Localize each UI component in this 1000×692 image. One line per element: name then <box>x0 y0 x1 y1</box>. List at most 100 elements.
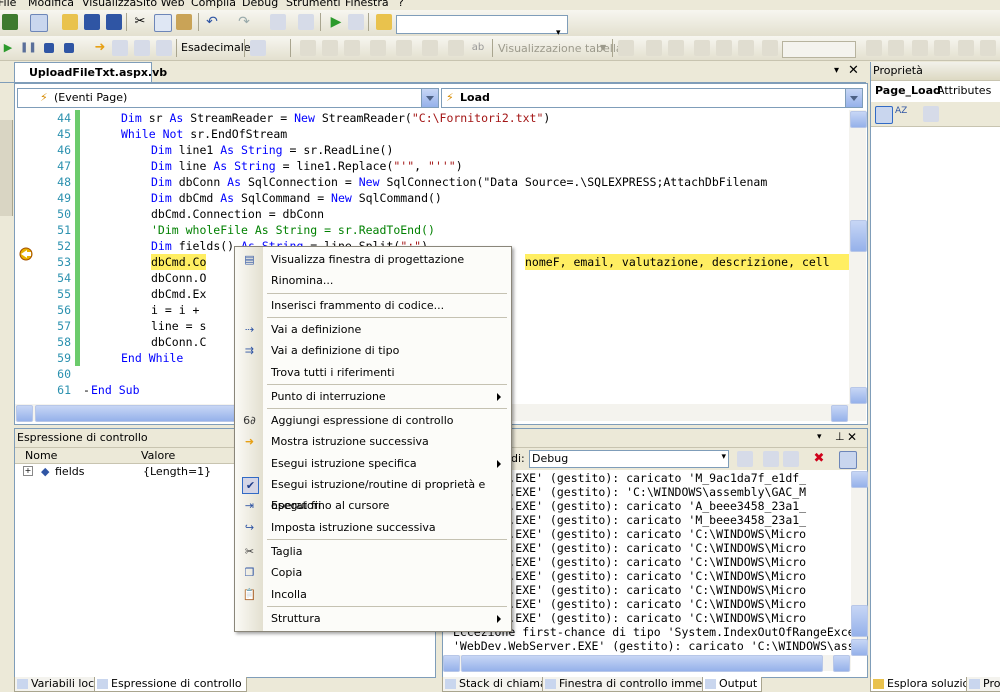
method-combo[interactable]: ⚡ Load <box>441 88 863 108</box>
column-value[interactable]: Valore <box>141 449 175 462</box>
find-combo[interactable] <box>396 15 568 34</box>
layout-icon[interactable] <box>866 40 882 56</box>
format-icon[interactable] <box>448 40 464 56</box>
tab-output[interactable]: Output <box>702 677 763 692</box>
scroll-thumb[interactable] <box>35 405 237 422</box>
next-message-icon[interactable] <box>783 451 799 467</box>
toolbox-strip[interactable] <box>0 120 13 216</box>
copy-icon[interactable] <box>154 14 172 32</box>
scroll-left-button[interactable] <box>16 405 33 422</box>
format-icon[interactable] <box>322 40 338 56</box>
menu-item-punto-di-interruzione[interactable]: Punto di interruzione <box>235 386 511 407</box>
scroll-thumb[interactable] <box>461 655 823 672</box>
chevron-down-icon[interactable]: ▾ <box>721 452 726 462</box>
cut-icon[interactable]: ✂ <box>132 14 148 30</box>
menu-help[interactable]: ? <box>398 0 404 9</box>
undo-icon[interactable]: ↶ <box>204 14 220 30</box>
close-icon[interactable]: ✕ <box>848 63 859 78</box>
pause-icon[interactable]: ❚❚ <box>20 40 37 56</box>
expand-icon[interactable]: + <box>23 466 33 476</box>
format-icon[interactable] <box>370 40 386 56</box>
scroll-down-button[interactable] <box>850 387 867 404</box>
restart-icon[interactable] <box>64 43 74 53</box>
menu-file[interactable]: File <box>0 0 16 9</box>
layout-icon[interactable] <box>716 40 732 56</box>
menu-item-esegui-istruzione-routine-di-proprieta-e-operatori[interactable]: ✔ Esegui istruzione/routine di proprietà … <box>235 474 511 512</box>
property-pages-icon[interactable] <box>923 106 939 122</box>
redo-icon[interactable]: ↷ <box>236 14 252 30</box>
save-icon[interactable] <box>84 14 100 30</box>
vertical-scrollbar[interactable] <box>851 471 868 656</box>
solution-config-icon[interactable] <box>376 14 392 30</box>
find-in-files-icon[interactable] <box>348 14 364 30</box>
scroll-down-button[interactable] <box>851 639 868 656</box>
add-item-icon[interactable] <box>30 14 48 32</box>
layout-combo[interactable] <box>782 41 856 58</box>
format-icon[interactable] <box>396 40 412 56</box>
menu-sito-web[interactable]: Sito Web <box>136 0 185 9</box>
font-icon[interactable]: ab <box>470 40 486 56</box>
menu-item-aggiungi-espressione-di-controllo[interactable]: 6∂ Aggiungi espressione di controllo <box>235 410 511 431</box>
step-out-icon[interactable] <box>156 40 172 56</box>
scroll-right-button[interactable] <box>831 405 848 422</box>
code-line[interactable]: 46 Dim line1 As String = sr.ReadLine() <box>15 142 849 158</box>
tab-proprieta[interactable]: Pro <box>966 677 1000 692</box>
menu-item-inserisci-frammento-di-codice[interactable]: Inserisci frammento di codice... <box>235 295 511 316</box>
menu-item-esegui-fino-al-cursore[interactable]: ⇥ Esegui fino al cursore <box>235 495 511 516</box>
menu-item-rinomina[interactable]: Rinomina... <box>235 270 511 291</box>
find-icon[interactable] <box>737 451 753 467</box>
format-icon[interactable] <box>300 40 316 56</box>
menu-item-visualizza-finestra-di-progettazione[interactable]: ▤ Visualizza finestra di progettazione <box>235 249 511 270</box>
code-line[interactable]: 47 Dim line As String = line1.Replace("'"… <box>15 158 849 174</box>
layout-icon[interactable] <box>646 40 662 56</box>
paste-icon[interactable] <box>176 14 192 30</box>
layout-icon[interactable] <box>738 40 754 56</box>
menu-item-struttura[interactable]: Struttura <box>235 608 511 629</box>
scroll-right-button[interactable] <box>833 655 850 672</box>
layout-icon[interactable] <box>980 40 996 56</box>
menu-item-esegui-istruzione-specifica[interactable]: Esegui istruzione specifica <box>235 453 511 474</box>
layout-icon[interactable] <box>888 40 904 56</box>
vertical-scrollbar[interactable] <box>849 110 867 404</box>
menu-item-mostra-istruzione-successiva[interactable]: ➜ Mostra istruzione successiva <box>235 431 511 452</box>
menu-item-trova-tutti-i-riferimenti[interactable]: Trova tutti i riferimenti <box>235 362 511 383</box>
tab-espressione-di-controllo[interactable]: Espressione di controllo <box>94 677 247 692</box>
menu-item-incolla[interactable]: 📋 Incolla <box>235 584 511 605</box>
layout-icon[interactable] <box>668 40 684 56</box>
show-next-statement-icon[interactable]: ➜ <box>92 40 108 56</box>
column-name[interactable]: Nome <box>25 449 57 462</box>
code-line[interactable]: 45 While Not sr.EndOfStream <box>15 126 849 142</box>
menu-item-vai-a-definizione[interactable]: ⇢ Vai a definizione <box>235 319 511 340</box>
word-wrap-icon[interactable] <box>839 451 857 469</box>
chevron-down-icon[interactable]: ▼ <box>600 43 606 52</box>
menu-finestra[interactable]: Finestra <box>345 0 389 9</box>
chevron-down-icon[interactable] <box>421 89 438 107</box>
layout-icon[interactable] <box>618 40 634 56</box>
navigate-back-icon[interactable] <box>270 14 286 30</box>
menu-modifica[interactable]: Modifica <box>28 0 74 9</box>
start-debug-icon[interactable]: ▶ <box>328 14 344 30</box>
menu-item-taglia[interactable]: ✂ Taglia <box>235 541 511 562</box>
step-over-icon[interactable] <box>134 40 150 56</box>
collapse-icon[interactable]: - <box>83 382 90 398</box>
save-all-icon[interactable] <box>106 14 122 30</box>
code-line[interactable]: 50 dbCmd.Connection = dbConn <box>15 206 849 222</box>
format-icon[interactable] <box>344 40 360 56</box>
layout-icon[interactable] <box>912 40 928 56</box>
scroll-up-button[interactable] <box>851 471 868 488</box>
menu-visualizza[interactable]: Visualizza <box>82 0 136 9</box>
menu-strumenti[interactable]: Strumenti <box>286 0 341 9</box>
chevron-down-icon[interactable]: ▾ <box>834 65 839 76</box>
scroll-left-button[interactable] <box>443 655 460 672</box>
menu-compila[interactable]: Compila <box>191 0 236 9</box>
output-text[interactable]: ebServer.EXE' (gestito): caricato 'M_9ac… <box>453 471 851 656</box>
scroll-up-button[interactable] <box>850 111 867 128</box>
menu-item-vai-a-definizione-di-tipo[interactable]: ⇉ Vai a definizione di tipo <box>235 340 511 361</box>
close-icon[interactable]: ✕ <box>847 430 857 444</box>
code-line[interactable]: 51 'Dim wholeFile As String = sr.ReadToEn… <box>15 222 849 238</box>
step-into-icon[interactable] <box>112 40 128 56</box>
code-line[interactable]: 44 Dim sr As StreamReader = New StreamRea… <box>15 110 849 126</box>
code-line[interactable]: 49 Dim dbCmd As SqlCommand = New SqlComma… <box>15 190 849 206</box>
scroll-thumb[interactable] <box>851 605 868 637</box>
object-combo[interactable]: ⚡ (Eventi Page) <box>17 88 439 108</box>
